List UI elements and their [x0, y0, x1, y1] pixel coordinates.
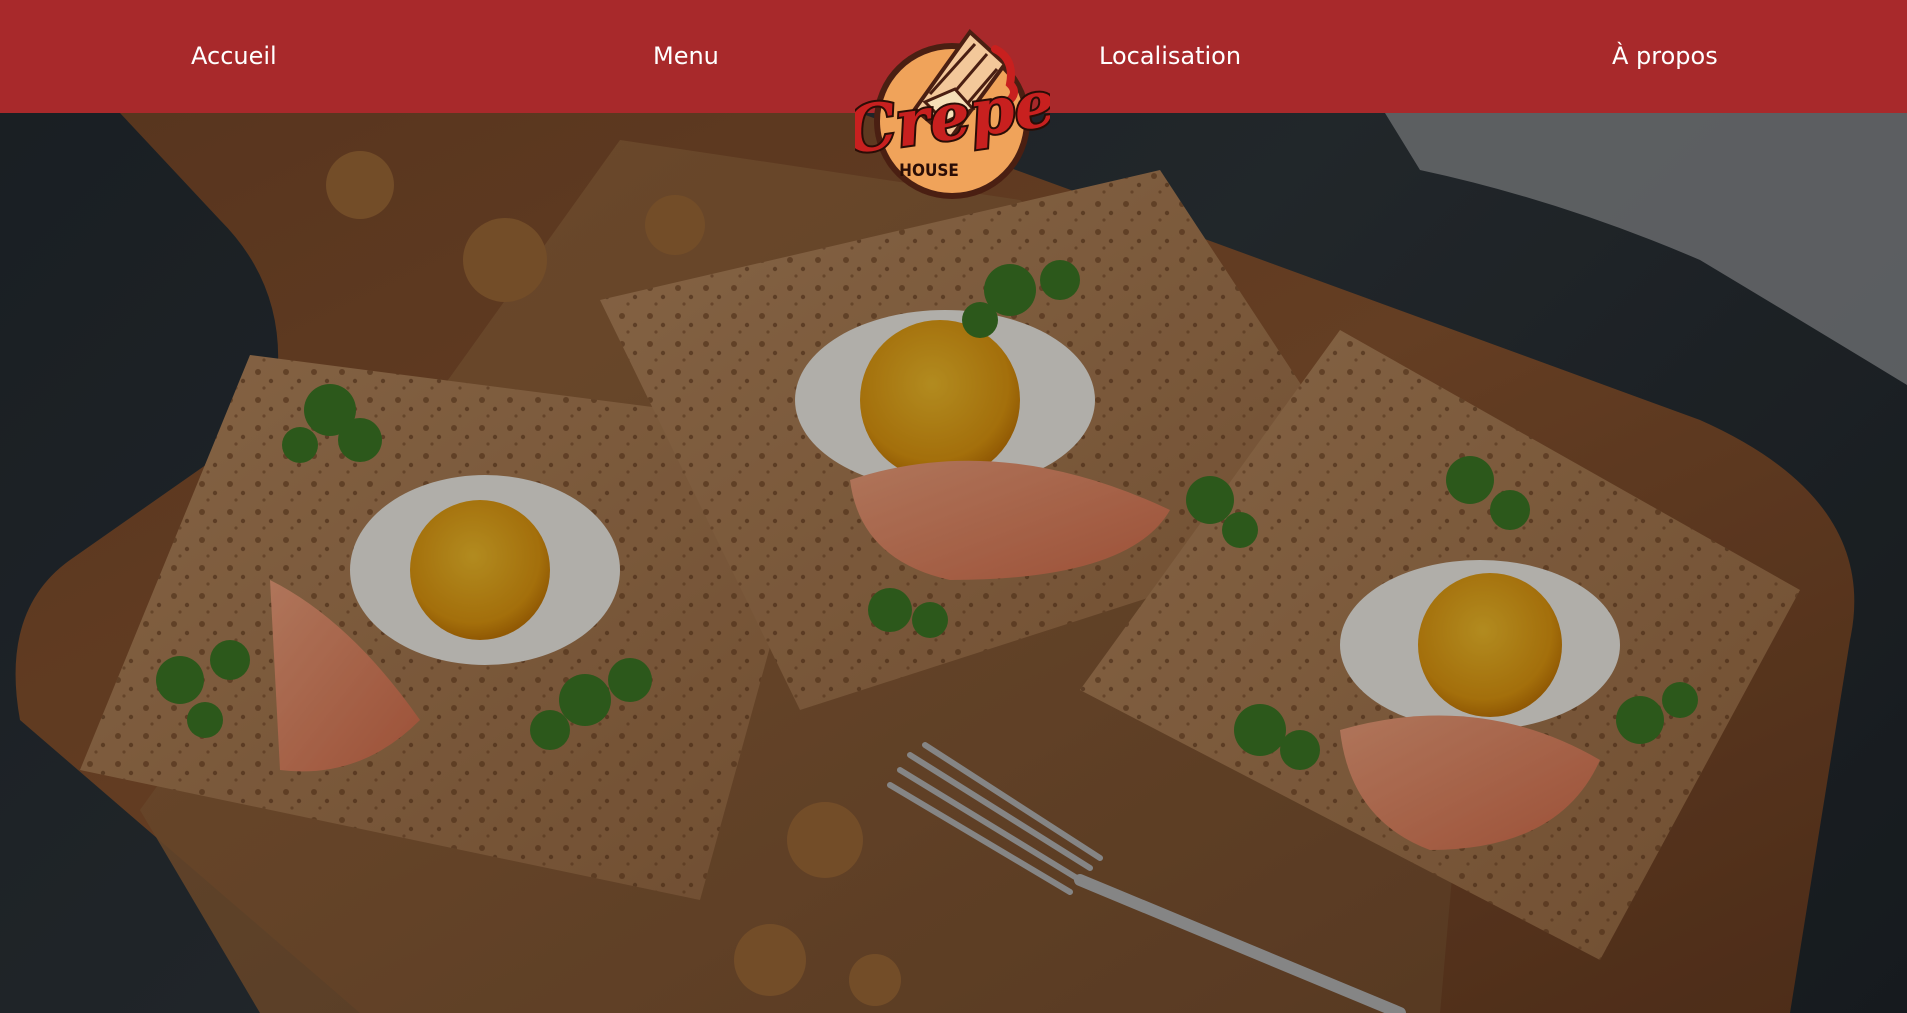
- nav-link-accueil[interactable]: Accueil: [191, 40, 277, 72]
- crepe-house-logo[interactable]: Crepe HOUSE: [838, 14, 1062, 204]
- nav-link-localisation[interactable]: Localisation: [1099, 40, 1241, 72]
- logo-graphic: Crepe HOUSE: [838, 29, 1062, 199]
- page: Accueil Menu Localisation À propos Crepe…: [0, 0, 1907, 1013]
- nav-link-a-propos[interactable]: À propos: [1612, 40, 1718, 72]
- logo-tagline: HOUSE: [899, 161, 959, 181]
- nav-link-menu[interactable]: Menu: [653, 40, 719, 72]
